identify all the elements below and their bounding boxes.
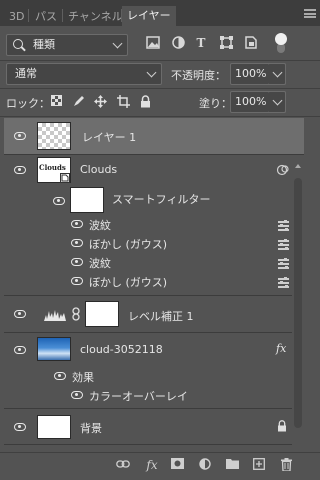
lock-artboard-icon[interactable]: [117, 95, 130, 109]
layer-name: 背景: [80, 422, 102, 435]
layer-thumbnail: [37, 337, 71, 361]
opacity-label: 不透明度：: [171, 69, 226, 82]
chevron-down-icon: [146, 67, 157, 78]
visibility-eye-icon[interactable]: [14, 423, 26, 431]
filter-name[interactable]: 波紋: [89, 217, 111, 233]
type-filter-icon[interactable]: T: [194, 36, 208, 50]
mask-link-icon[interactable]: [72, 307, 80, 321]
scroll-up-arrow-icon[interactable]: [295, 164, 301, 168]
lock-transparent-icon[interactable]: [51, 95, 62, 109]
tab-3d[interactable]: 3D: [4, 7, 29, 26]
filter-kind-label: 種類: [33, 38, 55, 51]
filter-name[interactable]: 波紋: [89, 255, 111, 271]
layer-row-levels[interactable]: レベル補正 1: [4, 296, 304, 333]
opacity-value: 100%: [235, 67, 267, 80]
visibility-eye-icon[interactable]: [14, 166, 26, 174]
divider: [0, 60, 320, 61]
new-layer-icon[interactable]: [252, 458, 266, 472]
visibility-eye-icon[interactable]: [14, 310, 26, 318]
filter-name[interactable]: ぼかし (ガウス): [89, 236, 167, 252]
fill-label: 塗り：: [199, 97, 232, 110]
layer-mask-thumbnail[interactable]: [85, 301, 119, 327]
smart-filter-label: スマートフィルター: [112, 193, 211, 206]
divider: [0, 88, 320, 89]
visibility-eye-icon[interactable]: [71, 258, 83, 266]
group-folder-icon[interactable]: [225, 458, 239, 472]
layer-row-clouds[interactable]: Clouds Clouds スマートフィルター 波紋 ぼかし (ガウス) 波紋 …: [4, 155, 304, 296]
visibility-eye-icon[interactable]: [14, 132, 26, 140]
tab-paths[interactable]: パス: [30, 7, 62, 26]
fill-value: 100%: [235, 95, 267, 108]
layer-row-cloud-image[interactable]: cloud-3052118 fx 効果 カラーオーバーレイ: [4, 333, 304, 409]
smart-filter-indicator-icon: [276, 164, 289, 176]
lock-all-icon[interactable]: [140, 95, 151, 109]
chevron-down-icon: [112, 38, 123, 49]
scrollbar[interactable]: [292, 160, 304, 452]
layers-list: レイヤー 1 Clouds Clouds スマートフィルター 波紋 ぼかし (ガ…: [4, 118, 304, 452]
panel-menu-icon[interactable]: [304, 9, 316, 18]
search-icon-handle: [21, 46, 26, 52]
smart-object-filter-icon[interactable]: [244, 36, 258, 50]
filter-toggle-switch[interactable]: [275, 33, 287, 55]
tab-divider: [28, 9, 29, 22]
filter-blending-options-icon[interactable]: [278, 239, 289, 250]
filter-blending-options-icon[interactable]: [278, 277, 289, 288]
visibility-eye-icon[interactable]: [71, 391, 83, 399]
fill-dropdown-button[interactable]: [268, 91, 286, 113]
lock-move-icon[interactable]: [94, 95, 107, 109]
levels-histogram-icon: [44, 307, 66, 321]
chevron-down-icon: [272, 95, 283, 106]
shape-filter-icon[interactable]: [219, 36, 233, 50]
layer-mask-icon[interactable]: [170, 458, 184, 472]
filter-kind-dropdown[interactable]: 種類: [6, 34, 128, 56]
layer-thumbnail: [37, 122, 71, 150]
filter-blending-options-icon[interactable]: [278, 220, 289, 231]
image-filter-icon[interactable]: [146, 36, 160, 50]
tab-layers[interactable]: レイヤー: [122, 6, 176, 26]
visibility-eye-icon[interactable]: [14, 346, 26, 354]
layer-name: Clouds: [80, 163, 118, 176]
layer-style-icon[interactable]: fx: [144, 458, 160, 472]
lock-icon: [277, 420, 287, 432]
layer-thumbnail: [37, 415, 71, 439]
blend-mode-value: 通常: [15, 67, 37, 80]
smart-filter-mask-thumbnail[interactable]: [70, 187, 104, 213]
chevron-down-icon: [272, 67, 283, 78]
layer-name: cloud-3052118: [80, 343, 163, 356]
opacity-dropdown-button[interactable]: [268, 63, 286, 85]
visibility-eye-icon[interactable]: [71, 220, 83, 228]
layers-bottom-toolbar: [0, 452, 320, 480]
lock-label: ロック：: [6, 97, 50, 110]
smart-object-badge-icon: [60, 173, 70, 183]
layer-name: レイヤー 1: [82, 131, 137, 144]
link-layers-icon[interactable]: [116, 458, 130, 472]
fx-indicator[interactable]: fx: [276, 342, 286, 355]
panel-tab-bar: 3D パス チャンネル レイヤー: [0, 0, 320, 26]
effect-name[interactable]: カラーオーバーレイ: [89, 388, 188, 404]
trash-icon[interactable]: [279, 458, 293, 472]
lock-paint-icon[interactable]: [73, 95, 85, 109]
blend-mode-dropdown[interactable]: 通常: [6, 63, 162, 85]
tab-channels[interactable]: チャンネル: [63, 7, 128, 26]
visibility-eye-icon[interactable]: [71, 239, 83, 247]
scrollbar-thumb[interactable]: [294, 178, 302, 428]
adjustment-layer-icon[interactable]: [198, 458, 212, 472]
layer-row-background[interactable]: 背景: [4, 409, 304, 445]
toggle-knob: [275, 33, 287, 45]
divider: [0, 116, 320, 117]
adjustment-filter-icon[interactable]: [171, 36, 185, 50]
thumbnail-text: Clouds: [39, 163, 66, 172]
visibility-eye-icon[interactable]: [53, 197, 65, 205]
layer-name: レベル補正 1: [128, 310, 194, 323]
visibility-eye-icon[interactable]: [54, 372, 66, 380]
filter-name[interactable]: ぼかし (ガウス): [89, 274, 167, 290]
layer-row-layer1[interactable]: レイヤー 1: [4, 118, 304, 155]
filter-blending-options-icon[interactable]: [278, 258, 289, 269]
visibility-eye-icon[interactable]: [71, 277, 83, 285]
effects-label[interactable]: 効果: [72, 369, 94, 385]
